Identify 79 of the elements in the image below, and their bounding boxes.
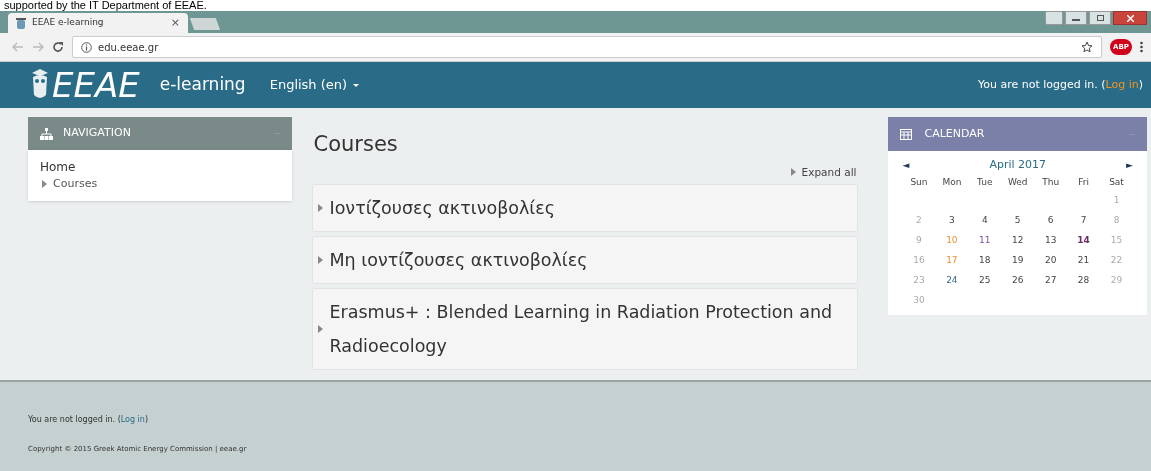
calendar-day: 22 bbox=[1100, 251, 1133, 269]
calendar-day: 21 bbox=[1067, 251, 1101, 269]
course-name[interactable]: Erasmus+ : Blended Learning in Radiation Protection and Radioecology bbox=[329, 295, 846, 364]
calendar-day: 28 bbox=[1067, 271, 1101, 289]
calendar-day: 2 bbox=[902, 211, 936, 229]
caption: supported by the IT Department of EEAE. bbox=[3, 0, 208, 11]
browser-tab[interactable]: EEAE e-learning × bbox=[8, 13, 188, 33]
calendar-day: 15 bbox=[1100, 231, 1133, 249]
weekday-label: Mon bbox=[941, 175, 963, 189]
weekday-label: Fri bbox=[1077, 175, 1090, 189]
calendar-day: 16 bbox=[902, 251, 936, 269]
calendar-day: 26 bbox=[1001, 271, 1035, 289]
calendar-day: 20 bbox=[1034, 251, 1068, 269]
weekday-label: Wed bbox=[1006, 175, 1029, 189]
expand-arrow-icon bbox=[317, 256, 323, 265]
close-icon bbox=[1126, 14, 1134, 22]
calendar-day: 25 bbox=[968, 271, 1002, 289]
reload-icon[interactable] bbox=[52, 41, 64, 53]
calendar-day: 18 bbox=[968, 251, 1002, 269]
weekday-label: Thu bbox=[1041, 175, 1061, 189]
site-logo[interactable]: EEAE bbox=[52, 68, 140, 102]
calendar-day: 1 bbox=[1100, 191, 1133, 209]
calendar-day: 12 bbox=[1001, 231, 1035, 249]
menu-icon[interactable] bbox=[1140, 41, 1143, 53]
info-icon bbox=[81, 41, 92, 53]
owl-logo-icon bbox=[30, 69, 50, 101]
calendar-day: 9 bbox=[902, 231, 936, 249]
course-row[interactable]: Erasmus+ : Blended Learning in Radiation Protection and Radioecology bbox=[311, 288, 859, 371]
address-bar[interactable]: edu.eeae.gr bbox=[72, 36, 1102, 58]
month-title: April 2017 bbox=[989, 157, 1047, 173]
next-month-button[interactable]: ► bbox=[1126, 158, 1133, 172]
calendar-day: 29 bbox=[1100, 271, 1133, 289]
expand-arrow-icon bbox=[42, 180, 47, 189]
weekday-label: Tue bbox=[976, 175, 994, 189]
star-icon[interactable] bbox=[1081, 41, 1093, 53]
calendar-day: 17 bbox=[935, 251, 969, 269]
calendar-day: 10 bbox=[935, 231, 969, 249]
nav-link[interactable]: Home bbox=[40, 158, 76, 176]
calendar-day: 19 bbox=[1001, 251, 1035, 269]
calendar-day: 30 bbox=[902, 291, 936, 309]
block-title: NAVIGATION bbox=[63, 125, 132, 142]
weekday-label: Sun bbox=[909, 175, 929, 189]
calendar-day: 4 bbox=[968, 211, 1002, 229]
calendar-day: 5 bbox=[1001, 211, 1035, 229]
minimize-button[interactable] bbox=[1065, 11, 1087, 25]
calendar-icon bbox=[900, 128, 913, 140]
calendar-day: 6 bbox=[1034, 211, 1068, 229]
language-menu[interactable]: English (en) bbox=[269, 75, 360, 95]
course-name[interactable]: Μη ιοντίζουσες ακτινοβολίες bbox=[329, 243, 588, 278]
calendar-day: 7 bbox=[1067, 211, 1101, 229]
calendar-day: 27 bbox=[1034, 271, 1068, 289]
url-text: edu.eeae.gr bbox=[98, 40, 160, 55]
expand-arrow-icon bbox=[790, 168, 796, 177]
site-name[interactable]: e-learning bbox=[159, 72, 246, 98]
calendar-day: 8 bbox=[1100, 211, 1133, 229]
weekday-label: Sat bbox=[1108, 175, 1125, 189]
block-title: CALENDAR bbox=[924, 125, 986, 142]
previous-month-button[interactable]: ◄ bbox=[902, 158, 910, 172]
calendar-day: 23 bbox=[902, 271, 936, 289]
expand-arrow-icon bbox=[317, 204, 323, 213]
expand-all-link[interactable]: Expand all bbox=[801, 164, 857, 181]
calendar-day: 14 bbox=[1067, 231, 1101, 249]
page-heading: Courses bbox=[312, 131, 399, 158]
nav-link[interactable]: Courses bbox=[53, 176, 98, 193]
close-window-button[interactable] bbox=[1113, 11, 1147, 25]
restore-button[interactable] bbox=[1089, 11, 1111, 25]
course-row[interactable]: Ιοντίζουσες ακτινοβολίες bbox=[311, 184, 859, 233]
sitemap-icon bbox=[40, 127, 53, 140]
calendar-day: 24 bbox=[935, 271, 969, 289]
course-row[interactable]: Μη ιοντίζουσες ακτινοβολίες bbox=[311, 236, 859, 285]
login-status: You are not logged in. (Log in) bbox=[977, 76, 1143, 93]
calendar-day: 13 bbox=[1034, 231, 1068, 249]
expand-arrow-icon bbox=[317, 325, 323, 334]
tab-close-button[interactable]: × bbox=[170, 14, 180, 32]
tab-title: EEAE e-learning bbox=[32, 16, 105, 30]
calendar-day: 11 bbox=[968, 231, 1002, 249]
calendar-day: 3 bbox=[935, 211, 969, 229]
footer-login-status: You are not logged in. (Log in) bbox=[28, 414, 150, 426]
course-name[interactable]: Ιοντίζουσες ακτινοβολίες bbox=[329, 191, 555, 226]
